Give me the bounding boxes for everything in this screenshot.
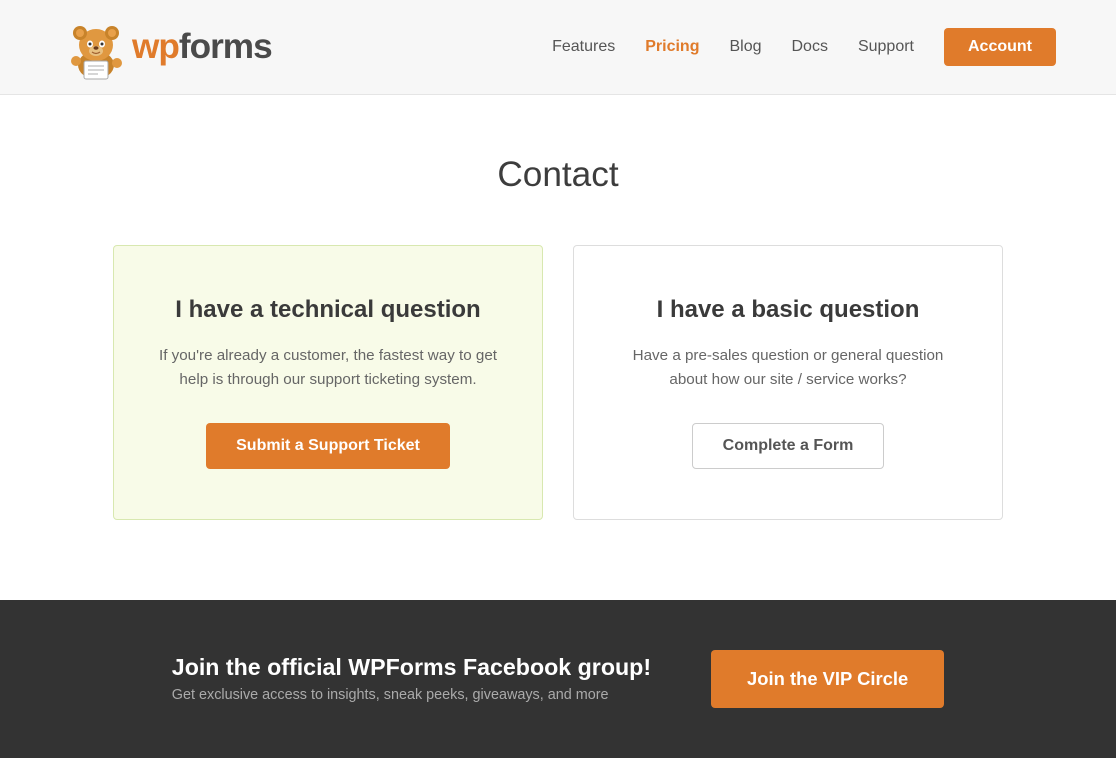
logo-text: wpforms — [132, 27, 272, 67]
complete-form-button[interactable]: Complete a Form — [692, 423, 885, 469]
main-nav: Features Pricing Blog Docs Support Accou… — [552, 28, 1056, 66]
site-header: wpforms Features Pricing Blog Docs Suppo… — [0, 0, 1116, 95]
basic-question-card: I have a basic question Have a pre-sales… — [573, 245, 1003, 520]
nav-pricing[interactable]: Pricing — [645, 38, 699, 56]
join-vip-circle-button[interactable]: Join the VIP Circle — [711, 650, 944, 708]
submit-support-ticket-button[interactable]: Submit a Support Ticket — [206, 423, 450, 469]
footer-text-block: Join the official WPForms Facebook group… — [172, 654, 651, 703]
basic-card-description: Have a pre-sales question or general que… — [614, 344, 962, 393]
technical-card-heading: I have a technical question — [154, 296, 502, 324]
nav-support[interactable]: Support — [858, 38, 914, 56]
contact-cards: I have a technical question If you're al… — [78, 245, 1038, 520]
page-title: Contact — [78, 155, 1038, 195]
basic-card-heading: I have a basic question — [614, 296, 962, 324]
technical-card-description: If you're already a customer, the fastes… — [154, 344, 502, 393]
technical-question-card: I have a technical question If you're al… — [113, 245, 543, 520]
nav-docs[interactable]: Docs — [792, 38, 828, 56]
footer-banner-heading: Join the official WPForms Facebook group… — [172, 654, 651, 681]
account-button[interactable]: Account — [944, 28, 1056, 66]
logo: wpforms — [60, 11, 272, 83]
footer-banner-subtext: Get exclusive access to insights, sneak … — [172, 687, 651, 703]
nav-blog[interactable]: Blog — [729, 38, 761, 56]
main-content: Contact I have a technical question If y… — [58, 95, 1058, 600]
nav-features[interactable]: Features — [552, 38, 615, 56]
footer-banner: Join the official WPForms Facebook group… — [0, 600, 1116, 758]
bear-mascot-icon — [60, 11, 132, 83]
